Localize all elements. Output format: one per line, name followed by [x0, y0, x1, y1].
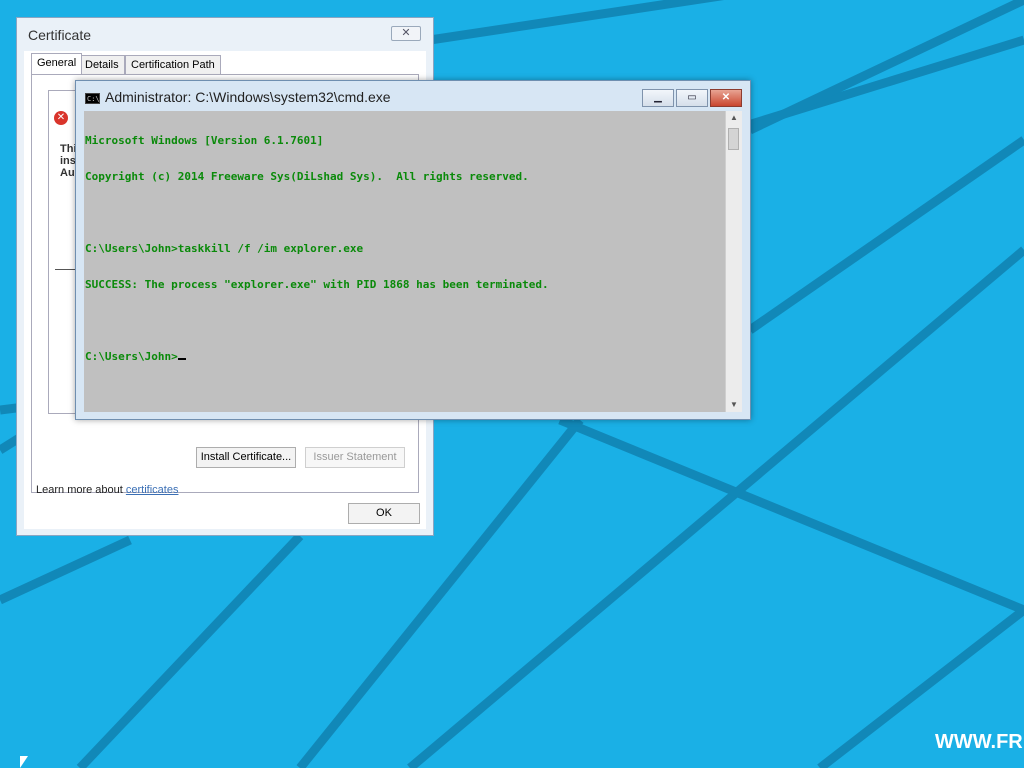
console-line: Copyright (c) 2014 Freeware Sys(DiLshad …	[85, 170, 529, 183]
minimize-icon[interactable]: ▁	[642, 89, 674, 107]
certificate-text-fragment: Au	[60, 167, 75, 179]
certificate-dialog-title: Certificate	[28, 27, 92, 43]
install-certificate-button[interactable]: Install Certificate...	[196, 447, 296, 468]
certificate-text-fragment: ins	[60, 155, 76, 167]
tab-general[interactable]: General	[31, 53, 83, 74]
tab-certification-path[interactable]: Certification Path	[125, 55, 221, 74]
learn-more-text: Learn more about certificates	[36, 484, 178, 496]
text-cursor	[177, 358, 186, 360]
error-icon: ✕	[54, 111, 68, 125]
prompt-text: C:\Users\John>	[85, 350, 178, 363]
prompt-line[interactable]: C:\Users\John>	[85, 351, 549, 363]
issuer-statement-button: Issuer Statement	[305, 447, 405, 468]
tab-details[interactable]: Details	[79, 55, 125, 74]
cmd-icon: C:\	[85, 93, 100, 104]
cmd-window-title: Administrator: C:\Windows\system32\cmd.e…	[105, 89, 391, 105]
close-icon[interactable]: ✕	[391, 26, 421, 41]
console-output: Microsoft Windows [Version 6.1.7601] Cop…	[85, 111, 549, 387]
scroll-up-icon[interactable]: ▲	[726, 111, 742, 125]
mouse-pointer-icon	[20, 756, 28, 768]
learn-more-prefix: Learn more about	[36, 484, 126, 496]
scrollbar-thumb[interactable]	[728, 128, 739, 150]
watermark-text: WWW.FR	[935, 731, 1023, 753]
close-icon[interactable]: ✕	[710, 89, 742, 107]
ok-button[interactable]: OK	[348, 503, 420, 524]
cmd-titlebar[interactable]: C:\ Administrator: C:\Windows\system32\c…	[76, 81, 750, 111]
vertical-scrollbar[interactable]: ▲ ▼	[725, 111, 742, 412]
maximize-icon[interactable]: ▭	[676, 89, 708, 107]
cmd-window: C:\ Administrator: C:\Windows\system32\c…	[75, 80, 751, 420]
scroll-down-icon[interactable]: ▼	[726, 398, 742, 412]
console-line: C:\Users\John>taskkill /f /im explorer.e…	[85, 242, 364, 255]
console-area[interactable]: Microsoft Windows [Version 6.1.7601] Cop…	[84, 111, 742, 412]
console-line: SUCCESS: The process "explorer.exe" with…	[85, 278, 549, 291]
certificates-link[interactable]: certificates	[126, 484, 179, 496]
console-line: Microsoft Windows [Version 6.1.7601]	[85, 134, 324, 147]
